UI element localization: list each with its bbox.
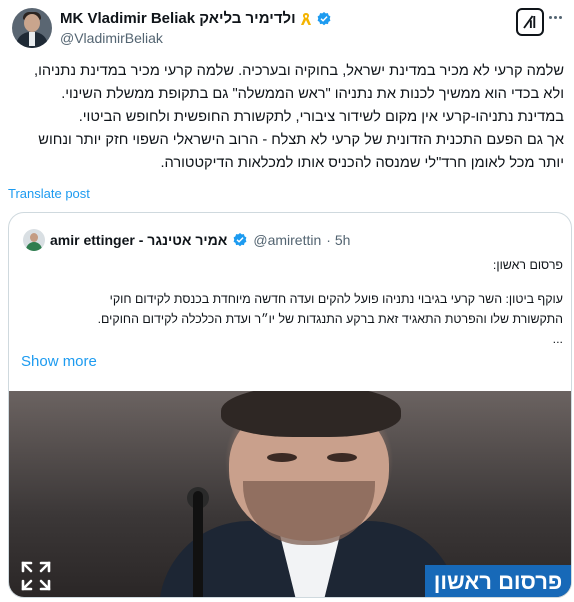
post-line: יותר מכל לאומן חרד"לי שמנסה להכניס אותו … [160, 155, 564, 171]
expand-icon[interactable] [19, 559, 53, 593]
author-name-row[interactable]: MK Vladimir Beliak ולדימיר בליאק [60, 10, 332, 27]
author-avatar[interactable] [12, 8, 52, 48]
quote-timestamp[interactable]: · 5h [326, 232, 350, 248]
post-line: במדינת נתניהו-קרעי אין מקום לשידור ציבור… [78, 109, 564, 125]
grok-icon[interactable] [516, 8, 544, 36]
quote-author-handle[interactable]: @amirettin [253, 232, 321, 248]
quote-header: amir ettinger - אמיר אטינגר @amirettin ·… [23, 229, 350, 251]
post-line: שלמה קרעי לא מכיר במדינת ישראל, בחוקיה ו… [34, 63, 564, 79]
image-banner: פרסום ראשון [425, 565, 571, 597]
author-handle[interactable]: @VladimirBeliak [60, 30, 163, 46]
show-more-link[interactable]: Show more [21, 353, 97, 370]
yellow-ribbon-icon [300, 12, 311, 25]
quoted-post[interactable]: amir ettinger - אמיר אטינגר @amirettin ·… [8, 212, 572, 598]
quote-line: ... [552, 332, 563, 346]
quote-author-name[interactable]: amir ettinger - אמיר אטינגר [50, 232, 227, 248]
author-name[interactable]: MK Vladimir Beliak ולדימיר בליאק [60, 10, 296, 27]
verified-badge-icon [317, 11, 331, 25]
quote-image[interactable]: פרסום ראשון [9, 391, 571, 597]
quote-author-avatar[interactable] [23, 229, 45, 251]
quote-line: התקשורת שלו והפרטת התאגיד זאת ברקע התנגד… [97, 312, 563, 326]
more-options-icon[interactable] [549, 16, 562, 19]
verified-badge-icon [233, 233, 247, 247]
post-line: אך גם הפעם התכנית הזדונית של קרעי לא תצל… [38, 132, 564, 148]
quote-line: עוקף ביטון: השר קרעי בגיבוי נתניהו פועל … [109, 292, 563, 306]
quote-text: פרסום ראשון: עוקף ביטון: השר קרעי בגיבוי… [21, 255, 563, 349]
translate-post-link[interactable]: Translate post [8, 186, 90, 201]
post-text: שלמה קרעי לא מכיר במדינת ישראל, בחוקיה ו… [8, 60, 564, 175]
quote-line-spacer [21, 275, 563, 289]
post-line: ולא בכדי הוא ממשיך לכנות את נתניהו "ראש … [61, 86, 564, 102]
quote-line: פרסום ראשון: [492, 258, 563, 272]
